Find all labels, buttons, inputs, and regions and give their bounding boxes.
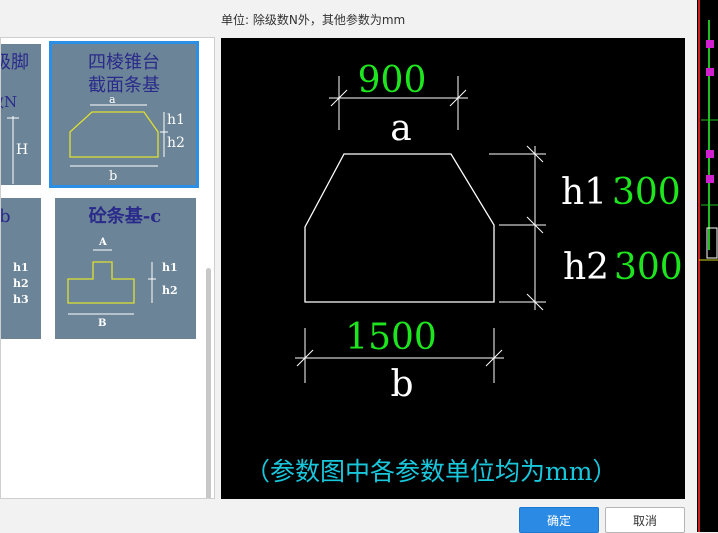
truncated-pyramid-diagram: 四棱锥台 截面条基 a h1 h2 b — [69, 52, 185, 184]
card-title: -b — [0, 206, 11, 227]
card-label-h2: h2 — [162, 284, 178, 297]
card-label-h3: h3 — [13, 293, 29, 306]
card-label-h1: h1 — [13, 261, 29, 274]
dim-b-value: 1500 — [345, 317, 437, 358]
card-label-n: 数N — [0, 93, 17, 111]
card-title: 砼条基-c — [89, 205, 161, 227]
card-label-a: a — [109, 93, 116, 106]
card-label-h2: h2 — [13, 277, 29, 290]
card-label-a: A — [98, 237, 107, 248]
cad-drawing-fragment — [698, 0, 718, 532]
template-gallery: 级脚 数N H 四棱锥台 截面条基 a h1 h2 b -b h1 h2 h3 — [0, 37, 215, 499]
card-label-h1: h1 — [167, 112, 185, 128]
card-label-b: B — [98, 318, 106, 329]
unit-note: 单位: 除级数N外，其他参数为mm — [221, 13, 406, 27]
parameter-preview: 900 a h1 300 h2 300 1500 b （参数图中各参数单位均为m… — [221, 38, 685, 499]
gallery-scrollbar[interactable] — [206, 268, 211, 498]
stepped-footing-diagram: 级脚 数N H — [0, 52, 29, 184]
unit-footnote: （参数图中各参数单位均为mm） — [245, 457, 618, 486]
strip-footing-b-diagram: -b h1 h2 h3 — [0, 206, 29, 306]
ok-button[interactable]: 确定 — [519, 507, 599, 533]
template-card-concrete-strip-c[interactable]: 砼条基-c A h1 h2 B — [55, 198, 196, 339]
card-label-h1: h1 — [162, 261, 178, 274]
card-label-h: H — [16, 142, 28, 158]
concrete-strip-c-diagram: 砼条基-c A h1 h2 B — [67, 205, 178, 329]
cad-background-strip — [697, 0, 718, 532]
dim-h1-label: h1 — [561, 172, 607, 213]
dim-a-label: a — [390, 108, 411, 149]
section-drawing: 900 a h1 300 h2 300 1500 b — [295, 60, 683, 405]
template-card-stepped-footing[interactable]: 级脚 数N H — [0, 44, 41, 185]
cancel-button[interactable]: 取消 — [605, 507, 685, 533]
card-title-line-1: 四棱锥台 — [88, 52, 160, 73]
dim-h2-value: 300 — [614, 247, 683, 288]
dim-b-label: b — [390, 364, 413, 405]
card-label-b: b — [109, 169, 117, 184]
dim-h1-value: 300 — [612, 172, 681, 213]
card-title: 级脚 — [0, 52, 29, 73]
template-card-truncated-pyramid[interactable]: 四棱锥台 截面条基 a h1 h2 b — [49, 41, 199, 188]
template-card-strip-footing-b[interactable]: -b h1 h2 h3 — [0, 198, 41, 339]
dim-a-value: 900 — [358, 60, 427, 101]
card-title-line-2: 截面条基 — [88, 75, 160, 96]
dim-h2-label: h2 — [563, 247, 609, 288]
card-label-h2: h2 — [167, 135, 185, 151]
